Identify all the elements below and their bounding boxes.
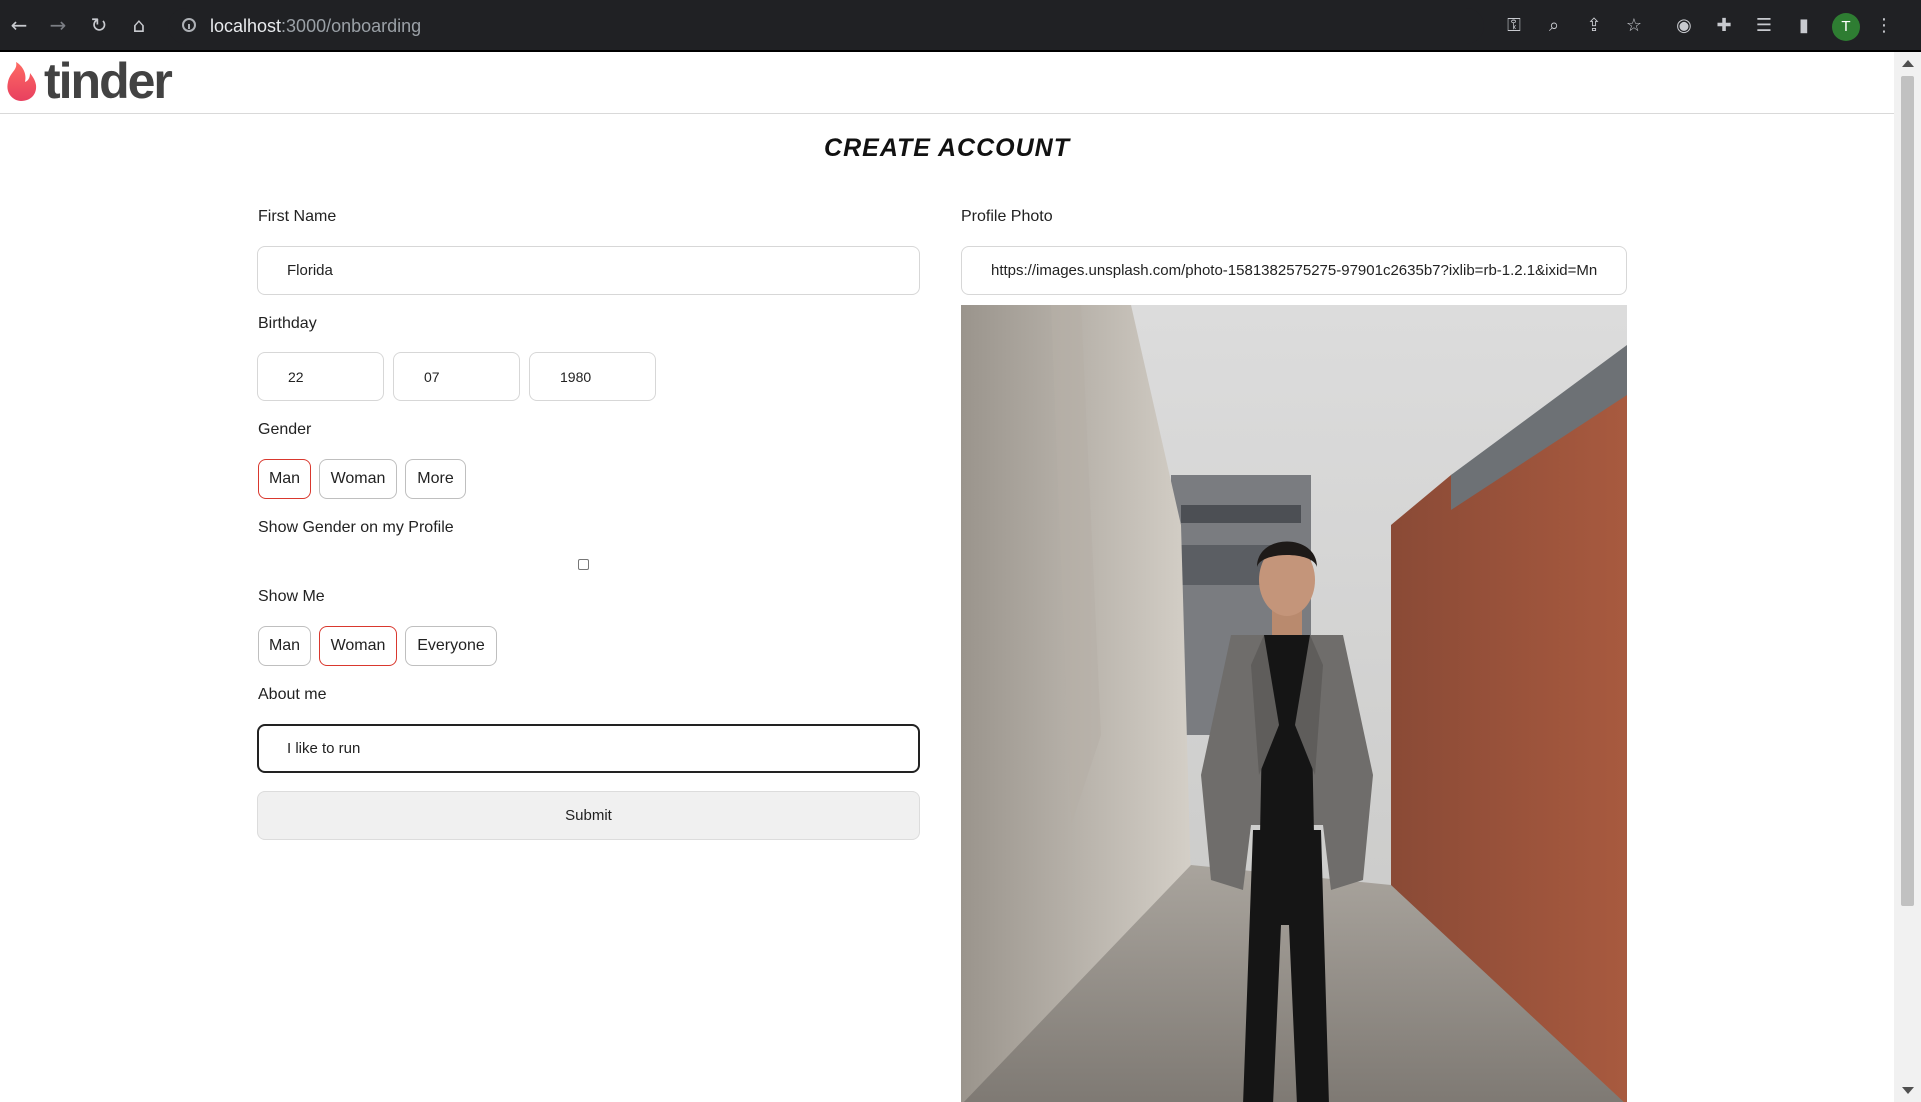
birthday-label: Birthday (258, 315, 317, 332)
gender-option-woman[interactable]: Woman (319, 459, 397, 499)
show-me-label: Show Me (258, 588, 325, 605)
url-text[interactable]: localhost:3000/onboarding (210, 16, 421, 37)
browser-toolbar: ← → ↻ ⌂ localhost:3000/onboarding ⚿ ⌕ ⇪ … (0, 0, 1921, 52)
side-panel-icon[interactable]: ▮ (1790, 12, 1818, 40)
flame-icon (7, 62, 37, 101)
share-icon[interactable]: ⇪ (1580, 12, 1608, 40)
logo-wordmark: tinder (44, 53, 173, 109)
zoom-icon[interactable]: ⌕ (1540, 12, 1568, 40)
first-name-label: First Name (258, 208, 337, 225)
home-icon[interactable]: ⌂ (126, 12, 152, 38)
birthday-day-input[interactable]: 22 (257, 352, 384, 401)
page-title: CREATE ACCOUNT (824, 134, 1070, 162)
show-gender-label: Show Gender on my Profile (258, 519, 454, 536)
gender-option-man[interactable]: Man (258, 459, 311, 499)
scroll-up-arrow-icon[interactable] (1902, 60, 1914, 67)
show-me-option-man[interactable]: Man (258, 626, 311, 666)
back-arrow-icon[interactable]: ← (6, 12, 32, 38)
puzzle-icon[interactable]: ✚ (1710, 12, 1738, 40)
media-queue-icon[interactable]: ☰ (1750, 12, 1778, 40)
submit-button[interactable]: Submit (257, 791, 920, 840)
extension-icon[interactable]: ◉ (1670, 12, 1698, 40)
show-me-option-everyone[interactable]: Everyone (405, 626, 497, 666)
show-me-option-woman[interactable]: Woman (319, 626, 397, 666)
about-me-label: About me (258, 686, 327, 703)
profile-avatar[interactable]: T (1832, 13, 1860, 41)
profile-photo-url-input[interactable]: https://images.unsplash.com/photo-158138… (961, 246, 1627, 295)
show-gender-checkbox[interactable] (578, 559, 589, 570)
scroll-down-arrow-icon[interactable] (1902, 1087, 1914, 1094)
profile-photo-preview (961, 305, 1627, 1102)
profile-photo-label: Profile Photo (961, 208, 1053, 225)
top-navbar: tinder (0, 52, 1894, 114)
page-scrollbar[interactable] (1894, 52, 1921, 1102)
gender-option-more[interactable]: More (405, 459, 466, 499)
gender-label: Gender (258, 421, 312, 438)
birthday-year-input[interactable]: 1980 (529, 352, 656, 401)
site-info-icon[interactable] (182, 18, 196, 32)
forward-arrow-icon[interactable]: → (45, 12, 71, 38)
about-me-input[interactable]: I like to run (257, 724, 920, 773)
birthday-month-input[interactable]: 07 (393, 352, 520, 401)
reload-icon[interactable]: ↻ (86, 12, 112, 38)
scrollbar-thumb[interactable] (1901, 76, 1914, 906)
address-bar[interactable]: localhost:3000/onboarding (168, 8, 1484, 44)
first-name-input[interactable]: Florida (257, 246, 920, 295)
page-content: tinder CREATE ACCOUNT First Name Florida… (0, 52, 1894, 1102)
bookmark-star-icon[interactable]: ☆ (1620, 12, 1648, 40)
tinder-logo[interactable]: tinder (4, 53, 173, 109)
menu-kebab-icon[interactable]: ⋮ (1870, 12, 1898, 40)
key-icon[interactable]: ⚿ (1500, 12, 1528, 40)
